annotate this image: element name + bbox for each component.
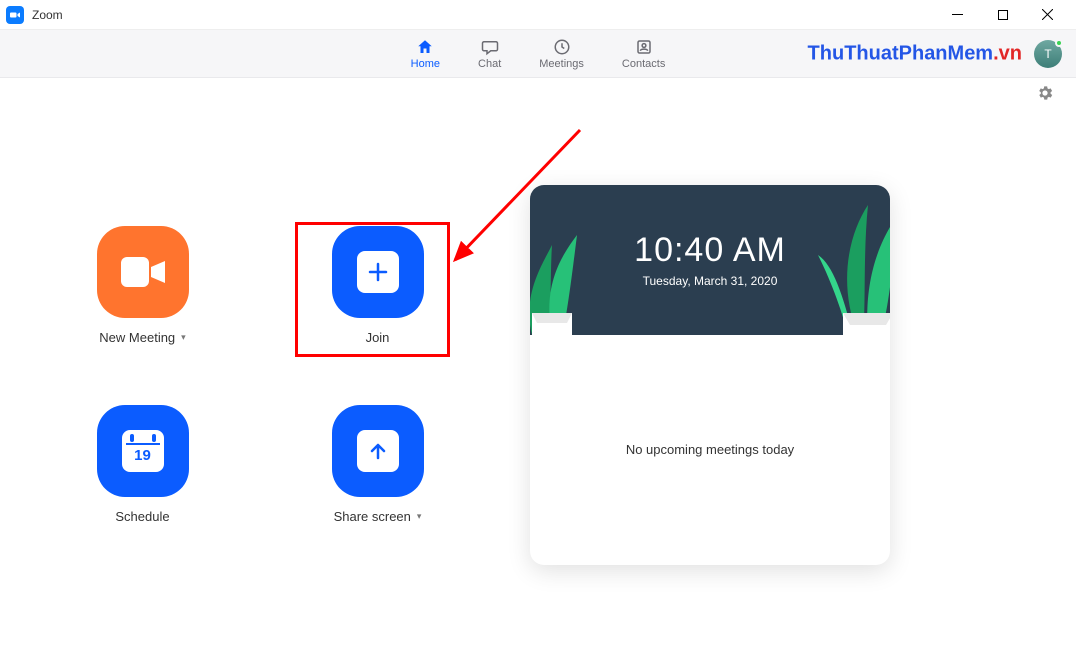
- join-label: Join: [366, 330, 390, 345]
- schedule-button[interactable]: 19: [97, 405, 189, 497]
- card-header: 10:40 AM Tuesday, March 31, 2020: [530, 185, 890, 335]
- settings-row: [0, 78, 1076, 112]
- clock-time: 10:40 AM: [634, 231, 786, 270]
- top-nav: Home Chat Meetings Contacts ThuThuatPhan…: [0, 30, 1076, 78]
- titlebar: Zoom: [0, 0, 1076, 30]
- clock-icon: [553, 38, 571, 56]
- chevron-down-icon[interactable]: ▾: [417, 511, 422, 522]
- share-screen-cell: Share screen ▾: [332, 405, 424, 524]
- schedule-label: Schedule: [115, 509, 169, 524]
- schedule-cell: 19 Schedule: [97, 405, 189, 524]
- upcoming-card: 10:40 AM Tuesday, March 31, 2020 No upco…: [530, 185, 890, 565]
- new-meeting-button[interactable]: [97, 226, 189, 318]
- tab-label: Meetings: [539, 58, 584, 70]
- chat-icon: [481, 38, 499, 56]
- share-screen-button[interactable]: [332, 405, 424, 497]
- tab-label: Chat: [478, 58, 501, 70]
- window-title: Zoom: [32, 8, 63, 22]
- main-content: New Meeting ▾ Join 19: [0, 112, 1076, 667]
- tab-chat[interactable]: Chat: [478, 38, 501, 70]
- tab-contacts[interactable]: Contacts: [622, 38, 665, 70]
- join-cell: Join: [332, 226, 424, 345]
- video-icon: [121, 257, 165, 287]
- home-icon: [416, 38, 434, 56]
- tab-meetings[interactable]: Meetings: [539, 38, 584, 70]
- calendar-icon: 19: [122, 430, 164, 472]
- plant-decoration: [530, 235, 602, 335]
- card-body: No upcoming meetings today: [530, 335, 890, 565]
- arrow-up-icon: [357, 430, 399, 472]
- tab-home[interactable]: Home: [411, 38, 440, 70]
- clock-date: Tuesday, March 31, 2020: [643, 274, 778, 288]
- watermark-text: ThuThuatPhanMem.vn: [808, 42, 1022, 65]
- avatar-initial: T: [1044, 47, 1051, 61]
- new-meeting-cell: New Meeting ▾: [97, 226, 189, 345]
- chevron-down-icon[interactable]: ▾: [181, 332, 186, 343]
- join-button[interactable]: [332, 226, 424, 318]
- avatar[interactable]: T: [1034, 40, 1062, 68]
- plus-icon: [357, 251, 399, 293]
- contacts-icon: [635, 38, 653, 56]
- share-screen-label: Share screen: [334, 509, 411, 524]
- zoom-app-icon: [6, 6, 24, 24]
- status-dot: [1055, 39, 1063, 47]
- tab-label: Home: [411, 58, 440, 70]
- new-meeting-label: New Meeting: [99, 330, 175, 345]
- action-grid: New Meeting ▾ Join 19: [30, 226, 490, 524]
- close-button[interactable]: [1025, 0, 1070, 30]
- empty-message: No upcoming meetings today: [626, 442, 794, 457]
- gear-icon[interactable]: [1036, 84, 1054, 107]
- tab-label: Contacts: [622, 58, 665, 70]
- minimize-button[interactable]: [935, 0, 980, 30]
- plant-decoration: [808, 205, 890, 335]
- maximize-button[interactable]: [980, 0, 1025, 30]
